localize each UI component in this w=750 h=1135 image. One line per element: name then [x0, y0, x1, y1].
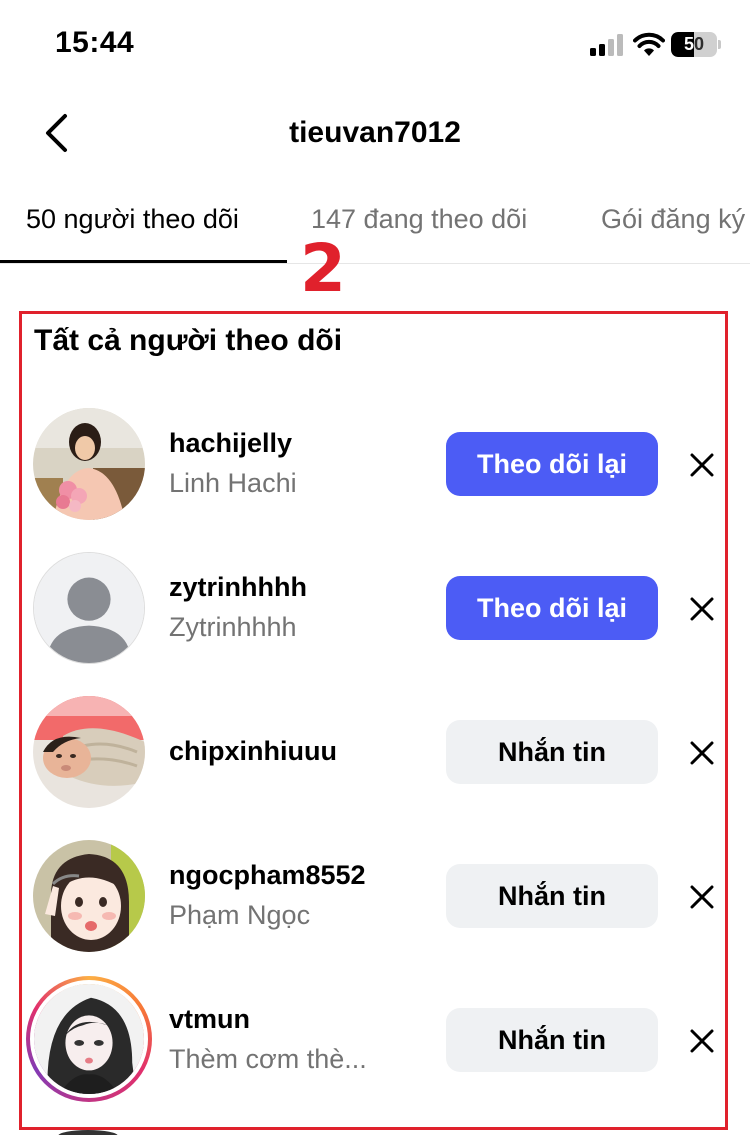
- tab-subscriptions[interactable]: Gói đăng ký: [601, 204, 745, 235]
- remove-follower-button[interactable]: [689, 1028, 715, 1054]
- full-name: Phạm Ngọc: [169, 900, 311, 930]
- list-item[interactable]: zytrinhhhh Zytrinhhhh Theo dõi lại: [0, 552, 750, 680]
- username[interactable]: vtmun: [169, 1004, 250, 1035]
- profile-illustration: [33, 840, 145, 952]
- close-icon: [690, 597, 714, 621]
- battery-tip: [718, 40, 721, 49]
- avatar[interactable]: [33, 696, 145, 808]
- follow-back-button[interactable]: Theo dõi lại: [446, 576, 658, 640]
- full-name: Linh Hachi: [169, 468, 297, 498]
- nav-header: tieuvan7012: [0, 90, 750, 180]
- profile-photo: [33, 696, 145, 808]
- avatar[interactable]: [33, 408, 145, 520]
- remove-follower-button[interactable]: [689, 452, 715, 478]
- tab-bar: 50 người theo dõi 147 đang theo dõi Gói …: [0, 190, 750, 264]
- full-name: Zytrinhhhh: [169, 612, 297, 642]
- avatar[interactable]: [33, 840, 145, 952]
- close-icon: [690, 1029, 714, 1053]
- close-icon: [690, 741, 714, 765]
- close-icon: [690, 885, 714, 909]
- remove-follower-button[interactable]: [689, 884, 715, 910]
- username[interactable]: hachijelly: [169, 428, 292, 459]
- full-name: Thèm cơm thè...: [169, 1044, 367, 1074]
- cellular-signal-icon: [590, 34, 628, 56]
- follow-back-button[interactable]: Theo dõi lại: [446, 432, 658, 496]
- status-bar: 15:44 50: [0, 0, 750, 90]
- list-item[interactable]: vtmun Thèm cơm thè... Nhắn tin: [0, 976, 750, 1112]
- remove-follower-button[interactable]: [689, 596, 715, 622]
- message-button[interactable]: Nhắn tin: [446, 1008, 658, 1072]
- username[interactable]: ngocpham8552: [169, 860, 366, 891]
- annotation-number: 2: [300, 230, 346, 307]
- avatar[interactable]: [33, 552, 145, 664]
- tab-followers[interactable]: 50 người theo dõi: [26, 204, 239, 235]
- avatar-story-ring[interactable]: [26, 976, 152, 1102]
- battery-icon: 50: [671, 32, 717, 57]
- active-tab-indicator: [0, 260, 287, 263]
- status-time: 15:44: [55, 26, 135, 59]
- profile-photo: [33, 408, 145, 520]
- wifi-icon: [633, 32, 665, 58]
- message-button[interactable]: Nhắn tin: [446, 864, 658, 928]
- avatar: [30, 980, 148, 1098]
- profile-illustration: [34, 984, 144, 1094]
- next-avatar-partial: [58, 1130, 118, 1135]
- list-item[interactable]: hachijelly Linh Hachi Theo dõi lại: [0, 408, 750, 536]
- username[interactable]: zytrinhhhh: [169, 572, 307, 603]
- list-item[interactable]: chipxinhiuuu Nhắn tin: [0, 696, 750, 824]
- battery-percent: 50: [683, 34, 705, 54]
- close-icon: [690, 453, 714, 477]
- username[interactable]: chipxinhiuuu: [169, 736, 337, 767]
- remove-follower-button[interactable]: [689, 740, 715, 766]
- list-item[interactable]: ngocpham8552 Phạm Ngọc Nhắn tin: [0, 840, 750, 968]
- section-title: Tất cả người theo dõi: [34, 324, 343, 357]
- page-title: tieuvan7012: [289, 116, 461, 149]
- message-button[interactable]: Nhắn tin: [446, 720, 658, 784]
- default-avatar-icon: [34, 553, 144, 663]
